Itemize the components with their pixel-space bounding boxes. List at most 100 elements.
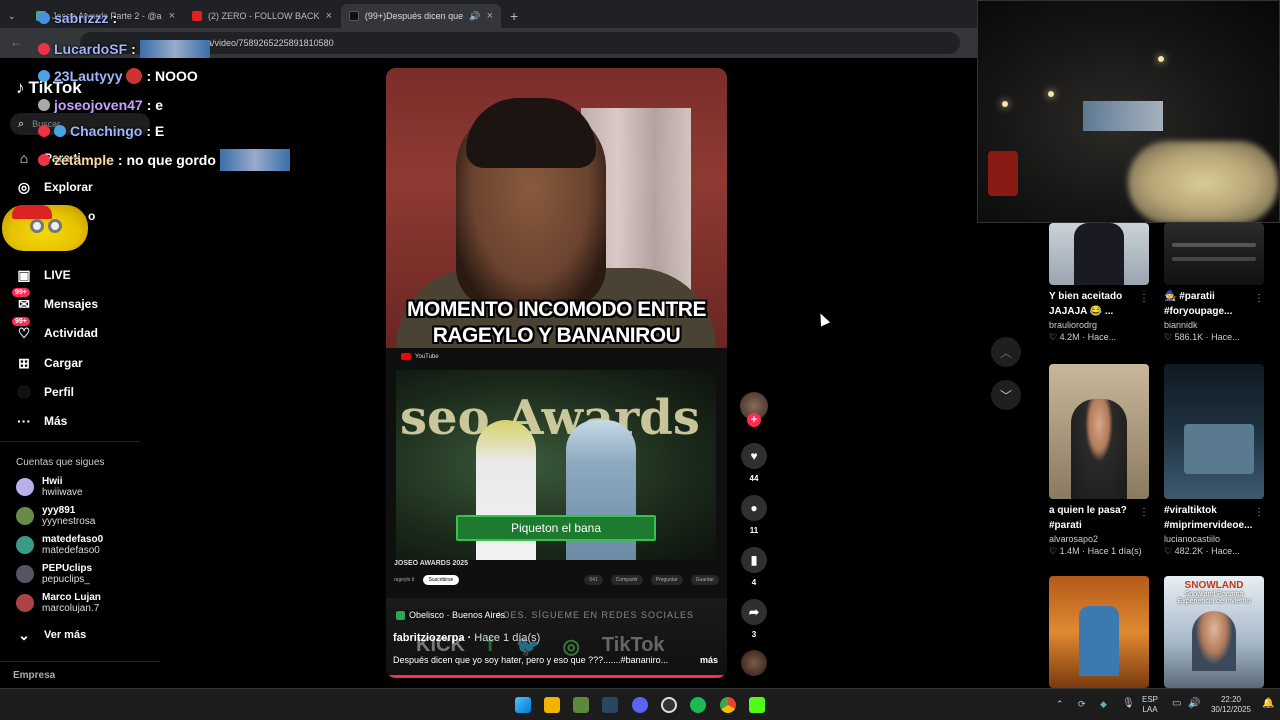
feed-card[interactable]: #viraltiktok #miprimervideoe... lucianoc… — [1164, 364, 1264, 557]
following-item[interactable]: Marco Lujan marcolujan.7 — [16, 592, 101, 614]
following-item[interactable]: PEPUclips pepuclips_ — [16, 563, 92, 585]
feed-card[interactable]: SNOWLAND Snowland Panamá Experiencia de … — [1164, 576, 1264, 688]
feed-card-stats: ♡ 1.4M · Hace 1 día(s) — [1049, 546, 1142, 556]
streamer-webcam-overlay — [977, 0, 1280, 223]
tab-zero-follow-back[interactable]: (2) ZERO - FOLLOW BACK - You × — [184, 4, 340, 28]
share-icon: ➦ — [741, 599, 767, 625]
network-icon[interactable]: ▭ — [1172, 698, 1181, 709]
like-button[interactable]: ♥ 44 — [739, 443, 769, 483]
tab-list-button[interactable]: ⌄ — [4, 4, 24, 28]
feed-card[interactable]: 🧙 #paratii #foryoupage... biannidk ♡ 586… — [1164, 223, 1264, 343]
notification-badge: 99+ — [12, 317, 30, 326]
follow-plus-icon[interactable]: + — [747, 413, 761, 427]
save-count: 4 — [751, 578, 757, 587]
more-options-icon[interactable]: ⋮ — [1139, 293, 1149, 304]
share-button[interactable]: ➦ 3 — [739, 599, 769, 639]
more-link[interactable]: más — [700, 655, 718, 665]
chat-text: : E — [146, 123, 165, 139]
location-text: Obelisco · Buenos Aires — [409, 610, 506, 620]
music-disc-icon — [741, 650, 767, 676]
shield-icon[interactable]: ◆ — [1100, 699, 1107, 710]
feed-card[interactable]: a quien le pasa? #parati alvarosapo2 ♡ 1… — [1049, 364, 1149, 557]
chat-message: Chachingo: E — [38, 123, 164, 139]
next-video-button[interactable]: ﹀ — [991, 380, 1021, 410]
following-item[interactable]: yyy891 yyynestrosa — [16, 505, 95, 527]
feed-card[interactable]: Y bien aceitado JAJAJA 😂 ... brauliorodr… — [1049, 223, 1149, 343]
chat-badge-icon — [38, 12, 50, 24]
emote-image — [139, 40, 210, 58]
footer-link[interactable]: Empresa — [13, 670, 55, 681]
app-icon[interactable] — [573, 697, 589, 713]
following-item[interactable]: Hwii hwiiwave — [16, 476, 83, 498]
spotify-icon[interactable] — [690, 697, 706, 713]
lamp-icon — [1158, 56, 1164, 62]
avatar — [16, 478, 34, 496]
youtube-logo: YouTube — [401, 353, 439, 360]
following-name: yyy891 — [42, 505, 76, 516]
youtube-share-button: Compartir — [610, 575, 643, 585]
obs-icon[interactable] — [661, 697, 677, 713]
tab-tiktok-video[interactable]: (99+)Después dicen que yo 🔊 × — [341, 4, 501, 28]
bookmark-icon: ▮ — [741, 547, 767, 573]
windows-start-icon[interactable] — [515, 697, 531, 713]
kick-icon[interactable] — [749, 697, 765, 713]
more-options-icon[interactable]: ⋮ — [1254, 293, 1264, 304]
sidebar-item-perfil[interactable]: Perfil — [16, 384, 74, 400]
following-name: Marco Lujan — [42, 592, 101, 603]
following-handle: pepuclips_ — [42, 574, 90, 585]
recommended-grid: Y bien aceitado JAJAJA 😂 ... brauliorodr… — [1033, 223, 1280, 688]
youtube-action-bar: rageylo II Suscribirse 641 Compartir Pre… — [394, 572, 719, 588]
speaker-icon[interactable]: 🔊 — [469, 11, 480, 22]
more-options-icon[interactable]: ⋮ — [1139, 507, 1149, 518]
feed-card[interactable] — [1049, 576, 1149, 688]
back-arrow-icon[interactable]: ← — [10, 35, 22, 49]
new-tab-button[interactable]: + — [502, 4, 522, 28]
language-indicator[interactable]: ESP LAA — [1142, 695, 1158, 715]
video-author[interactable]: fabritziozerpa · Hace 1 día(s) — [393, 632, 540, 644]
sidebar-item-actividad[interactable]: ♡ 99+ Actividad — [12, 317, 98, 341]
feed-thumbnail — [1049, 364, 1149, 499]
sidebar-item-mas[interactable]: ··· Más — [16, 413, 67, 429]
tab-close-icon[interactable]: × — [169, 10, 175, 22]
heart-icon: ♥ — [741, 443, 767, 469]
following-handle: marcolujan.7 — [42, 603, 100, 614]
youtube-video-title: JOSEO AWARDS 2025 — [394, 560, 469, 567]
video-progress-bar[interactable] — [386, 675, 727, 678]
sidebar-item-cargar[interactable]: ⊞ Cargar — [16, 355, 83, 371]
tab-close-icon[interactable]: × — [487, 10, 493, 22]
sidebar-item-live[interactable]: ▣ LIVE — [16, 267, 70, 283]
sidebar-item-explorar[interactable]: ◎ Explorar — [16, 179, 93, 195]
chevron-up-icon: ︿ — [999, 345, 1012, 360]
clock[interactable]: 22:20 30/12/2025 — [1206, 695, 1256, 715]
tab-close-icon[interactable]: × — [326, 10, 332, 22]
embedded-youtube-frame: YouTube seo Awards Piqueton el bana JOSE… — [386, 348, 727, 598]
comment-count: 11 — [749, 526, 759, 535]
volume-icon[interactable]: 🔊 — [1188, 698, 1200, 709]
author-avatar-button[interactable]: + — [739, 392, 769, 427]
sidebar-item-mensajes[interactable]: ✉ 99+ Mensajes — [12, 288, 98, 312]
youtube-subscribe-button: Suscribirse — [422, 575, 460, 585]
comment-button[interactable]: ● 11 — [739, 495, 769, 535]
sound-avatar-button[interactable] — [739, 650, 769, 681]
previous-video-button[interactable]: ︿ — [991, 337, 1021, 367]
discord-icon[interactable] — [632, 697, 648, 713]
like-count: 44 — [749, 474, 759, 483]
url-field[interactable]: pa/video/7589265225891810580 — [80, 32, 960, 54]
see-more-label: Ver más — [44, 629, 87, 641]
save-button[interactable]: ▮ 4 — [739, 547, 769, 587]
chat-message: o — [88, 209, 95, 223]
video-player[interactable]: MOMENTO INCOMODO ENTRE RAGEYLO Y BANANIR… — [386, 68, 727, 678]
microphone-icon[interactable]: 🎙 — [1122, 698, 1135, 709]
see-more-button[interactable]: ⌄ Ver más — [16, 627, 86, 643]
tray-overflow-icon[interactable]: ⌃ — [1056, 699, 1064, 710]
more-options-icon[interactable]: ⋮ — [1254, 507, 1264, 518]
steam-icon[interactable] — [602, 697, 618, 713]
file-explorer-icon[interactable] — [544, 697, 560, 713]
tab-label: (99+)Después dicen que yo — [364, 11, 464, 21]
chrome-icon[interactable] — [720, 697, 736, 713]
notification-bell-icon[interactable]: 🔔 — [1262, 698, 1274, 709]
following-item[interactable]: matedefaso0 matedefaso0 — [16, 534, 103, 556]
sync-icon[interactable]: ⟳ — [1078, 699, 1086, 710]
location-tag[interactable]: Obelisco · Buenos Aires — [396, 610, 506, 620]
author-name: fabritziozerpa — [393, 632, 465, 644]
